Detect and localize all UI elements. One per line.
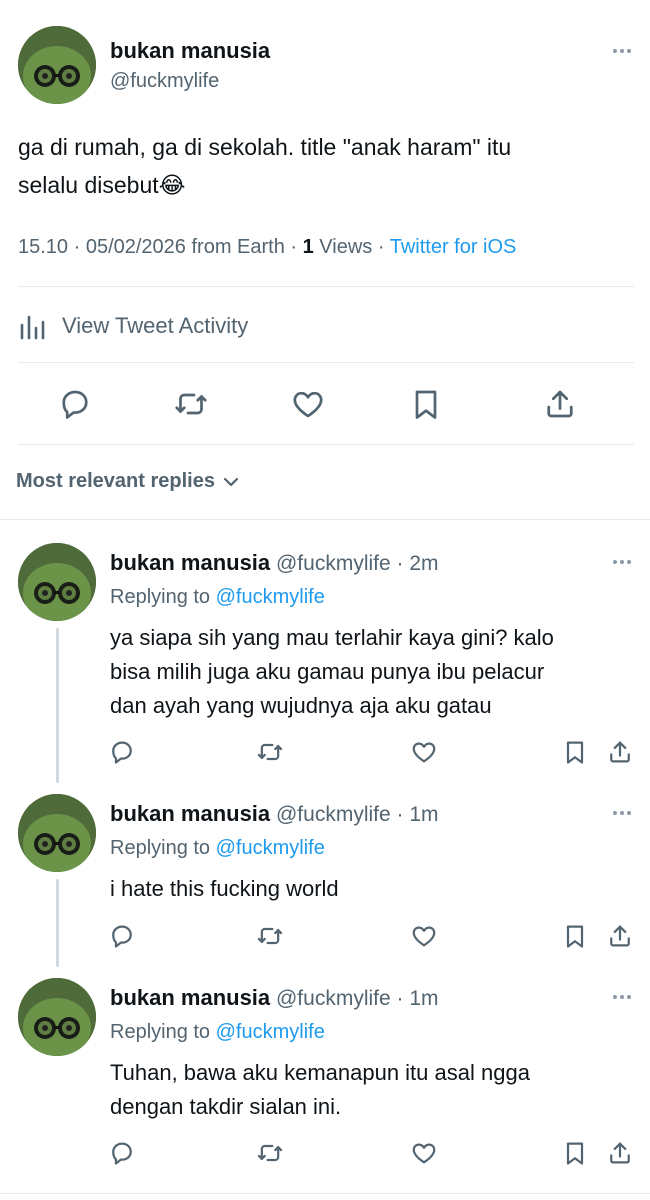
views-count: 1 [302, 236, 314, 258]
replying-to: Replying to @fuckmylife [110, 837, 325, 860]
replying-to: Replying to @fuckmylife [110, 586, 325, 609]
reply-text: ya siapa sih yang mau terlahir kaya gini… [110, 621, 630, 723]
avatar[interactable] [18, 794, 96, 872]
more-icon[interactable] [613, 811, 631, 815]
handle-time[interactable]: @fuckmylife · 1m [270, 987, 439, 1010]
reply-text-line: dengan takdir sialan ini. [110, 1094, 342, 1119]
tweet-text: ga di rumah, ga di sekolah. title "anak … [18, 128, 628, 204]
display-name[interactable]: bukan manusia [110, 801, 270, 826]
reply-icon[interactable] [56, 386, 94, 422]
view-tweet-activity-label: View Tweet Activity [62, 313, 249, 338]
more-icon[interactable] [613, 49, 631, 53]
replying-to: Replying to @fuckmylife [110, 1021, 325, 1044]
reply-icon[interactable] [108, 1139, 136, 1167]
views-label: Views · [313, 236, 390, 258]
replying-handle[interactable]: @fuckmylife [216, 837, 325, 859]
avatar[interactable] [18, 543, 96, 621]
reply-header: bukan manusia @fuckmylife · 2m [110, 550, 439, 576]
reply-header: bukan manusia @fuckmylife · 1m [110, 985, 439, 1011]
replies-sort-label: Most relevant replies [16, 470, 215, 492]
heart-icon[interactable] [289, 386, 327, 422]
tweet-text-line: ga di rumah, ga di sekolah. title "anak … [18, 134, 512, 160]
retweet-icon[interactable] [256, 1139, 284, 1167]
avatar[interactable] [18, 978, 96, 1056]
retweet-icon[interactable] [256, 922, 284, 950]
heart-icon[interactable] [410, 738, 438, 766]
view-tweet-activity[interactable]: View Tweet Activity [18, 308, 248, 344]
tweet-timestamp[interactable]: 15.10 · 05/02/2026 from Earth · [18, 236, 303, 258]
reply-text-line: i hate this fucking world [110, 876, 339, 901]
reply-text-line: ya siapa sih yang mau terlahir kaya gini… [110, 625, 554, 650]
avatar[interactable] [18, 26, 96, 104]
more-icon[interactable] [613, 560, 631, 564]
heart-icon[interactable] [410, 1139, 438, 1167]
bookmark-icon[interactable] [561, 922, 589, 950]
tweet-meta: 15.10 · 05/02/2026 from Earth · 1 Views … [18, 236, 516, 259]
display-name[interactable]: bukan manusia [110, 38, 270, 64]
bookmark-icon[interactable] [407, 386, 445, 422]
retweet-icon[interactable] [172, 386, 210, 422]
replying-prefix: Replying to [110, 837, 216, 859]
reply-text-line: bisa milih juga aku gamau punya ibu pela… [110, 659, 545, 684]
reply-icon[interactable] [108, 738, 136, 766]
reply-text: Tuhan, bawa aku kemanapun itu asal ngga … [110, 1056, 630, 1124]
divider [18, 286, 634, 287]
replies-sort-dropdown[interactable]: Most relevant replies [16, 470, 241, 493]
retweet-icon[interactable] [256, 738, 284, 766]
handle-time[interactable]: @fuckmylife · 1m [270, 803, 439, 826]
more-icon[interactable] [613, 995, 631, 999]
reply-text-line: dan ayah yang wujudnya aja aku gatau [110, 693, 492, 718]
divider [0, 519, 650, 520]
divider [18, 362, 634, 363]
chevron-down-icon [221, 472, 241, 492]
replying-handle[interactable]: @fuckmylife [216, 1021, 325, 1043]
bookmark-icon[interactable] [561, 738, 589, 766]
heart-icon[interactable] [410, 922, 438, 950]
tweet-source[interactable]: Twitter for iOS [390, 236, 517, 258]
analytics-icon [18, 311, 48, 341]
tweet-text-line: selalu disebut😂 [18, 172, 186, 198]
user-handle[interactable]: @fuckmylife [110, 70, 219, 93]
share-icon[interactable] [606, 738, 634, 766]
share-icon[interactable] [541, 386, 579, 422]
display-name[interactable]: bukan manusia [110, 985, 270, 1010]
replying-prefix: Replying to [110, 586, 216, 608]
replying-handle[interactable]: @fuckmylife [216, 586, 325, 608]
share-icon[interactable] [606, 1139, 634, 1167]
reply-header: bukan manusia @fuckmylife · 1m [110, 801, 439, 827]
bookmark-icon[interactable] [561, 1139, 589, 1167]
reply-text-line: Tuhan, bawa aku kemanapun itu asal ngga [110, 1060, 530, 1085]
divider [0, 1193, 650, 1194]
reply-icon[interactable] [108, 922, 136, 950]
divider [18, 444, 634, 445]
display-name[interactable]: bukan manusia [110, 550, 270, 575]
handle-time[interactable]: @fuckmylife · 2m [270, 552, 439, 575]
replying-prefix: Replying to [110, 1021, 216, 1043]
share-icon[interactable] [606, 922, 634, 950]
thread-line [56, 628, 59, 783]
reply-text: i hate this fucking world [110, 872, 630, 906]
thread-line [56, 879, 59, 967]
